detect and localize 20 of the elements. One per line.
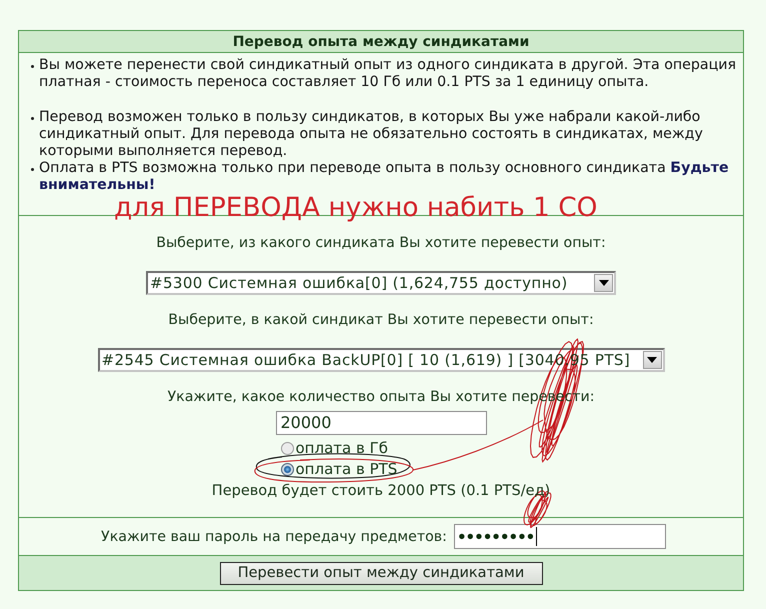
info-text: Вы можете перенести свой синдикатный опыт из одного синдиката в другой. Эта операция платная - стоимость переноса составляет 10 Гб или 0.1 PTS за 1 единицу опыта. <box>39 57 737 91</box>
bullet-icon <box>31 117 34 120</box>
radio-button[interactable] <box>280 462 294 476</box>
form-label: Выберите, из какого синдиката Вы хотите перевести опыт: <box>156 235 606 252</box>
panel-title: Перевод опыта между синдикатами <box>232 34 530 50</box>
radio-label[interactable]: оплата в PTS <box>296 460 398 478</box>
info-text: Перевод возможен только в пользу синдикатов, в которых Вы уже набрали какой-либо синдикатный опыт. Для перевода опыта не обязательно состоять в синдикатах, между которыми выполняется перевод. <box>39 109 704 160</box>
radio-button[interactable] <box>280 442 294 454</box>
amount-field[interactable]: 20000 <box>276 411 486 435</box>
password-label: Укажите ваш пароль на передачу предметов: <box>101 528 447 544</box>
source-select[interactable]: #5300 Системная ошибка[0] (1,624,755 доступно) <box>146 271 616 295</box>
transfer-button[interactable]: Перевести опыт между синдикатами <box>220 562 542 584</box>
form-label: Выберите, в какой синдикат Вы хотите перевести опыт: <box>168 312 594 329</box>
password-field[interactable]: ••••••••• <box>454 524 666 549</box>
bullet-icon <box>31 168 34 171</box>
bullet-icon <box>31 65 34 68</box>
cost-text: Перевод будет стоить 2000 PTS (0.1 PTS/ед) <box>212 483 550 500</box>
info-text: Оплата в PTS возможна только при переводе опыта в пользу основного синдиката Будьте внимательны! <box>39 160 730 194</box>
annotation-text: для ПЕРЕВОДА нужно набить 1 СО <box>114 195 598 222</box>
radio-label[interactable]: оплата в Гб <box>296 440 388 456</box>
